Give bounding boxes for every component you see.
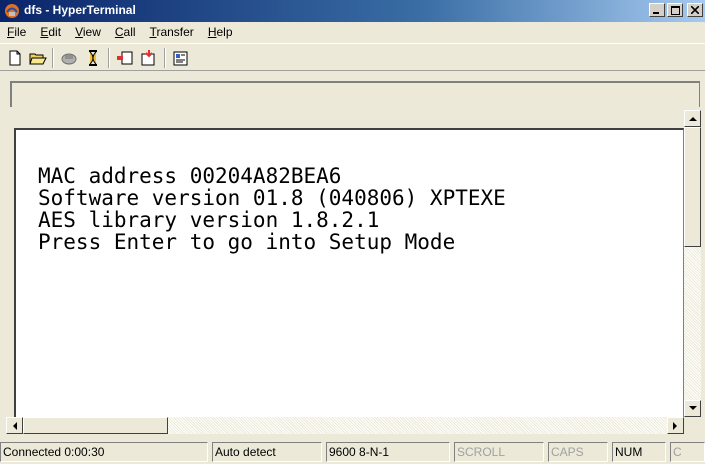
status-detect: Auto detect xyxy=(212,442,322,462)
toolbar-separator xyxy=(108,48,110,68)
terminal-line: MAC address 00204A82BEA6 xyxy=(38,164,342,188)
connect-icon xyxy=(61,53,77,65)
status-port-settings: 9600 8-N-1 xyxy=(326,442,450,462)
status-caps: CAPS xyxy=(548,442,608,462)
new-icon xyxy=(9,50,21,66)
scroll-up-button[interactable] xyxy=(684,110,701,127)
status-bar: Connected 0:00:30 Auto detect 9600 8-N-1… xyxy=(0,440,705,464)
window-title: dfs - HyperTerminal xyxy=(24,3,136,17)
menu-call[interactable]: Call xyxy=(108,22,143,42)
close-icon xyxy=(691,6,699,14)
receive-icon xyxy=(141,50,155,66)
terminal-border xyxy=(4,75,701,107)
disconnect-button[interactable] xyxy=(82,47,104,69)
scrollbar-corner xyxy=(684,417,701,434)
minimize-button[interactable] xyxy=(649,3,665,17)
toolbar-separator xyxy=(52,48,54,68)
send-icon xyxy=(117,51,133,65)
terminal-line: Press Enter to go into Setup Mode xyxy=(38,230,456,254)
send-button[interactable] xyxy=(114,47,136,69)
open-button[interactable] xyxy=(27,47,49,69)
maximize-icon xyxy=(670,5,680,15)
menu-call-mnemonic: C xyxy=(114,25,124,39)
scroll-left-button[interactable] xyxy=(6,417,23,434)
toolbar xyxy=(0,43,705,71)
menu-view-label: iew xyxy=(82,25,101,39)
menu-help-label: elp xyxy=(216,25,233,39)
vertical-scroll-thumb[interactable] xyxy=(684,127,701,247)
menu-transfer[interactable]: Transfer xyxy=(143,22,201,42)
arrow-left-icon xyxy=(13,421,17,430)
minimize-icon xyxy=(653,12,659,14)
status-connection: Connected 0:00:30 xyxy=(0,442,208,462)
arrow-down-icon xyxy=(688,406,697,410)
properties-button[interactable] xyxy=(170,47,192,69)
disconnect-icon xyxy=(89,50,97,66)
menu-file[interactable]: File xyxy=(0,22,33,42)
terminal-line: Software version 01.8 (040806) XPTEXE xyxy=(38,186,506,210)
title-bar[interactable]: dfs - HyperTerminal xyxy=(0,0,705,22)
menu-bar: File Edit View Call Transfer Help xyxy=(0,22,705,42)
new-button[interactable] xyxy=(4,47,26,69)
hyperterminal-app-icon[interactable] xyxy=(4,3,20,19)
terminal-border-inner xyxy=(10,81,700,107)
menu-view[interactable]: View xyxy=(68,22,108,42)
menu-transfer-label: ransfer xyxy=(156,25,194,39)
terminal-line: AES library version 1.8.2.1 xyxy=(38,208,380,232)
menu-help[interactable]: Help xyxy=(201,22,240,42)
connect-button[interactable] xyxy=(58,47,80,69)
scroll-right-button[interactable] xyxy=(667,417,684,434)
arrow-up-icon xyxy=(688,117,697,121)
close-button[interactable] xyxy=(687,3,703,17)
arrow-right-icon xyxy=(673,421,677,430)
scroll-down-button[interactable] xyxy=(684,400,701,417)
open-icon xyxy=(29,53,47,65)
menu-edit-label: dit xyxy=(48,25,62,39)
status-capture: C xyxy=(670,442,705,462)
receive-button[interactable] xyxy=(138,47,160,69)
menu-file-label: ile xyxy=(14,25,27,39)
menu-call-label: all xyxy=(123,25,136,39)
toolbar-separator xyxy=(164,48,166,68)
menu-view-mnemonic: V xyxy=(75,25,83,39)
horizontal-scroll-thumb[interactable] xyxy=(23,417,168,434)
menu-edit[interactable]: Edit xyxy=(33,22,68,42)
maximize-button[interactable] xyxy=(667,3,683,17)
status-num: NUM xyxy=(612,442,666,462)
status-scroll: SCROLL xyxy=(454,442,544,462)
properties-icon xyxy=(173,51,188,66)
